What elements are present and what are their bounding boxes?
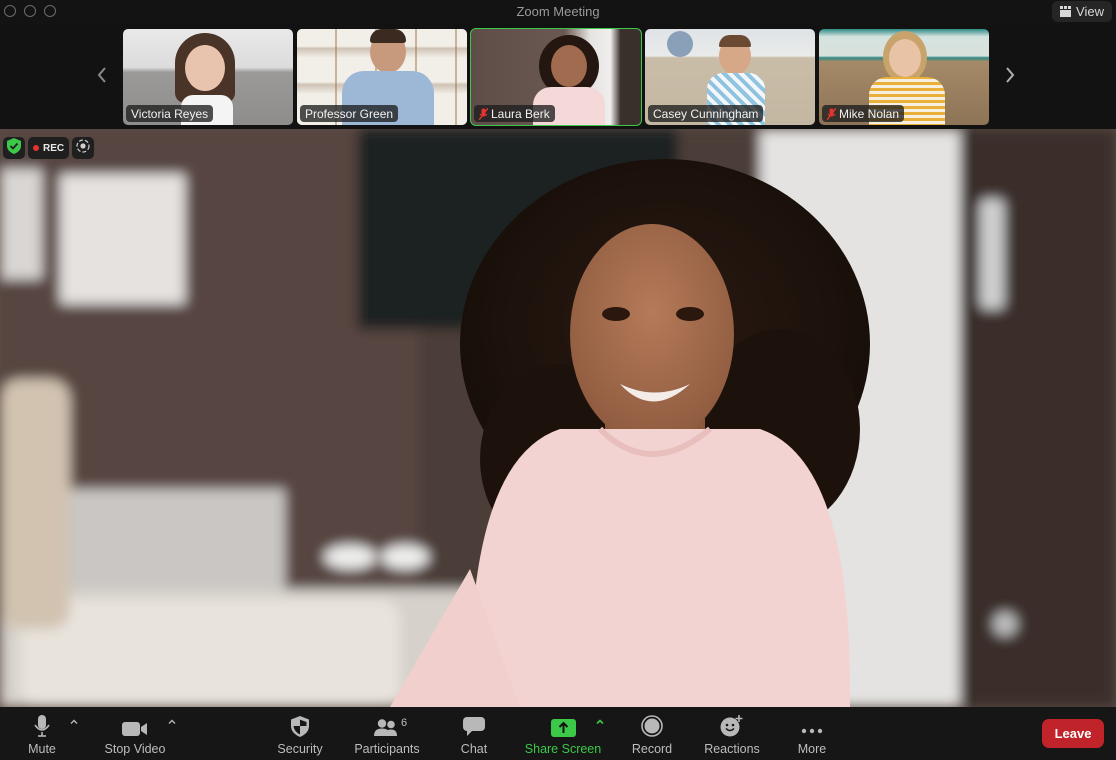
participant-name: Casey Cunningham bbox=[653, 106, 759, 121]
more-dots-icon bbox=[801, 713, 823, 737]
leave-meeting-button[interactable]: Leave bbox=[1042, 719, 1104, 748]
recording-badge[interactable]: REC bbox=[28, 137, 70, 159]
microphone-icon bbox=[34, 713, 50, 737]
meeting-status-badges: REC bbox=[3, 137, 95, 159]
mute-label: Mute bbox=[28, 742, 56, 756]
participant-tile-active-speaker[interactable]: Laura Berk bbox=[470, 28, 642, 126]
record-label: Record bbox=[631, 742, 673, 756]
participants-icon bbox=[374, 713, 400, 737]
record-icon bbox=[641, 713, 663, 737]
gallery-view-icon bbox=[1060, 6, 1072, 17]
participant-name: Victoria Reyes bbox=[131, 106, 209, 121]
participant-name-tag: Laura Berk bbox=[474, 105, 555, 122]
participant-tile[interactable]: Mike Nolan bbox=[819, 29, 989, 125]
share-screen-label: Share Screen bbox=[524, 742, 602, 756]
video-options-caret-icon[interactable] bbox=[167, 717, 177, 727]
share-screen-icon bbox=[550, 713, 576, 737]
next-page-button[interactable] bbox=[1002, 64, 1018, 86]
stop-video-button[interactable]: Stop Video bbox=[100, 713, 170, 756]
participant-name: Professor Green bbox=[305, 106, 394, 121]
recording-dot-icon bbox=[33, 145, 39, 151]
participant-tile[interactable]: Victoria Reyes bbox=[123, 29, 293, 125]
speaker-video-frame bbox=[0, 129, 1116, 707]
participants-count: 6 bbox=[401, 717, 408, 729]
mute-options-caret-icon[interactable] bbox=[69, 717, 79, 727]
chat-bubble-icon bbox=[463, 713, 485, 737]
previous-page-button[interactable] bbox=[94, 64, 110, 86]
recording-label: REC bbox=[43, 142, 65, 154]
security-shield-icon bbox=[291, 713, 309, 737]
main-speaker-video bbox=[0, 129, 1116, 707]
participant-name-tag: Casey Cunningham bbox=[648, 105, 764, 122]
encryption-badge[interactable] bbox=[3, 137, 25, 159]
more-label: More bbox=[797, 742, 827, 756]
chevron-left-icon bbox=[97, 67, 106, 83]
title-bar: Zoom Meeting View bbox=[0, 0, 1116, 24]
chevron-right-icon bbox=[1006, 67, 1015, 83]
participants-label: Participants bbox=[354, 742, 420, 756]
participant-tile[interactable]: Casey Cunningham bbox=[645, 29, 815, 125]
participant-name: Laura Berk bbox=[491, 106, 550, 121]
participant-thumbnail-strip: Victoria Reyes Professor Green Laura Ber… bbox=[0, 24, 1116, 128]
shield-check-icon bbox=[7, 137, 21, 159]
stop-video-label: Stop Video bbox=[104, 742, 166, 756]
chat-button[interactable]: Chat bbox=[456, 713, 492, 756]
chat-label: Chat bbox=[460, 742, 488, 756]
participant-tile[interactable]: Professor Green bbox=[297, 29, 467, 125]
more-button[interactable]: More bbox=[794, 713, 830, 756]
muted-mic-icon bbox=[827, 107, 836, 120]
video-camera-icon bbox=[122, 713, 148, 737]
live-transcript-icon bbox=[76, 138, 90, 158]
meeting-toolbar: Mute Stop Video Security Participants 6 … bbox=[0, 707, 1116, 760]
security-label: Security bbox=[277, 742, 323, 756]
mute-button[interactable]: Mute bbox=[24, 713, 60, 756]
live-status-badge[interactable] bbox=[72, 137, 95, 159]
muted-mic-icon bbox=[479, 107, 488, 120]
reactions-label: Reactions bbox=[704, 742, 760, 756]
participants-button[interactable]: Participants bbox=[350, 713, 424, 756]
view-button[interactable]: View bbox=[1052, 1, 1112, 22]
record-button[interactable]: Record bbox=[628, 713, 676, 756]
window-title: Zoom Meeting bbox=[516, 4, 600, 19]
reaction-smiley-icon bbox=[720, 713, 744, 737]
view-button-label: View bbox=[1076, 4, 1104, 19]
share-options-caret-icon[interactable] bbox=[595, 717, 605, 727]
participant-name: Mike Nolan bbox=[839, 106, 900, 121]
participant-name-tag: Professor Green bbox=[300, 105, 399, 122]
participant-name-tag: Victoria Reyes bbox=[126, 105, 214, 122]
share-screen-button[interactable]: Share Screen bbox=[521, 713, 605, 756]
reactions-button[interactable]: Reactions bbox=[701, 713, 763, 756]
participant-name-tag: Mike Nolan bbox=[822, 105, 905, 122]
security-button[interactable]: Security bbox=[272, 713, 328, 756]
